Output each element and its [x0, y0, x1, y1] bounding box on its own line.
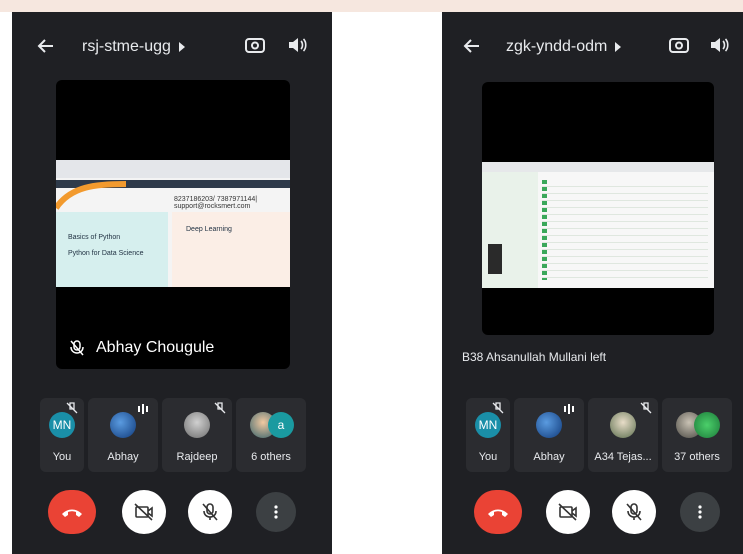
presenter-video[interactable]: 8237186203/ 7387971144| support@rocksmer…: [56, 80, 290, 369]
switch-camera-icon[interactable]: [668, 34, 690, 56]
hang-up-button[interactable]: [48, 490, 96, 534]
slide-menu: Basics of Python Python for Data Science: [56, 212, 168, 287]
participant-tile-others[interactable]: 37 others: [662, 398, 732, 472]
back-arrow-icon[interactable]: [462, 36, 482, 56]
presenter-label: Abhay Chougule: [70, 339, 214, 357]
more-options-button[interactable]: [256, 492, 296, 532]
call-controls: [12, 490, 332, 534]
participant-tile[interactable]: Abhay: [88, 398, 158, 472]
mic-off-icon: [202, 503, 218, 521]
meeting-code: zgk-yndd-odm: [506, 38, 608, 55]
speaker-icon[interactable]: [708, 34, 730, 56]
participant-name: 37 others: [674, 451, 720, 463]
slide-heading: Deep Learning: [186, 226, 232, 233]
participant-tile[interactable]: Abhay: [514, 398, 584, 472]
browser-toolbar: [482, 162, 714, 172]
more-vert-icon: [698, 505, 702, 519]
audio-bars-icon: [564, 404, 574, 414]
participant-tile-you[interactable]: MN You: [466, 398, 510, 472]
hang-up-icon: [488, 509, 508, 517]
left-meeting-panel: rsj-stme-ugg 8237186203/ 7387971144| sup…: [12, 12, 332, 554]
participant-left-notice: B38 Ahsanullah Mullani left: [462, 350, 607, 364]
participant-strip: MN You Abhay Rajdeep a 6 others: [40, 398, 306, 472]
mic-off-icon: [492, 402, 504, 414]
participant-strip: MN You Abhay A34 Tejas... 37 others: [466, 398, 732, 472]
mic-off-icon: [214, 402, 226, 414]
switch-camera-icon[interactable]: [244, 34, 266, 56]
right-header: zgk-yndd-odm: [442, 30, 743, 66]
chevron-right-icon: [178, 41, 185, 52]
participant-name: 6 others: [251, 451, 291, 463]
menu-item: Basics of Python: [68, 234, 121, 241]
participant-name: You: [478, 451, 498, 463]
participant-name: Rajdeep: [176, 451, 218, 463]
mic-off-icon: [626, 503, 642, 521]
avatar: MN: [49, 412, 75, 438]
avatar: [536, 412, 562, 438]
camera-toggle-button[interactable]: [546, 490, 590, 534]
more-vert-icon: [274, 505, 278, 519]
left-header: rsj-stme-ugg: [12, 30, 332, 66]
participant-tile-you[interactable]: MN You: [40, 398, 84, 472]
slide-contact: 8237186203/ 7387971144| support@rocksmer…: [174, 196, 258, 210]
mic-toggle-button[interactable]: [612, 490, 656, 534]
avatar: [694, 412, 720, 438]
app-sidebar: [482, 172, 538, 288]
right-meeting-panel: zgk-yndd-odm B38 Ahsanullah Mullani left…: [442, 12, 743, 554]
camera-toggle-button[interactable]: [122, 490, 166, 534]
participant-name: You: [52, 451, 72, 463]
mic-toggle-button[interactable]: [188, 490, 232, 534]
participant-tile-others[interactable]: a 6 others: [236, 398, 306, 472]
menu-item: Python for Data Science: [68, 250, 144, 257]
slide-right-pane: Deep Learning: [172, 212, 290, 287]
meeting-code: rsj-stme-ugg: [82, 38, 171, 55]
participant-name: A34 Tejas...: [594, 451, 652, 463]
hang-up-button[interactable]: [474, 490, 522, 534]
participant-tile[interactable]: A34 Tejas...: [588, 398, 658, 472]
camera-off-icon: [558, 503, 577, 521]
attendance-list: [542, 180, 708, 280]
avatar: [110, 412, 136, 438]
panel-divider: [332, 12, 442, 554]
presenter-video[interactable]: [482, 82, 714, 335]
call-controls: [442, 490, 743, 534]
site-logo-swoosh: [56, 181, 126, 210]
meeting-title[interactable]: zgk-yndd-odm: [506, 38, 622, 56]
participant-name: Abhay: [107, 451, 139, 463]
thumbnail: [488, 244, 502, 274]
meeting-title[interactable]: rsj-stme-ugg: [82, 38, 185, 56]
mic-off-icon: [640, 402, 652, 414]
camera-off-icon: [134, 503, 153, 521]
avatar: [184, 412, 210, 438]
avatar: [610, 412, 636, 438]
audio-bars-icon: [138, 404, 148, 414]
back-arrow-icon[interactable]: [36, 36, 56, 56]
top-strip: [0, 0, 743, 12]
shared-screen: 8237186203/ 7387971144| support@rocksmer…: [56, 160, 290, 287]
shared-screen: [482, 162, 714, 288]
chevron-right-icon: [615, 41, 622, 52]
speaker-icon[interactable]: [286, 34, 308, 56]
avatar: MN: [475, 412, 501, 438]
presenter-name: Abhay Chougule: [96, 339, 215, 356]
participant-tile[interactable]: Rajdeep: [162, 398, 232, 472]
participant-name: Abhay: [533, 451, 565, 463]
mic-off-icon: [66, 402, 78, 414]
more-options-button[interactable]: [680, 492, 720, 532]
checkbox-column: [542, 180, 547, 280]
browser-toolbar: [56, 160, 290, 178]
avatar: a: [268, 412, 294, 438]
mic-off-icon: [70, 340, 84, 356]
hang-up-icon: [62, 509, 82, 517]
